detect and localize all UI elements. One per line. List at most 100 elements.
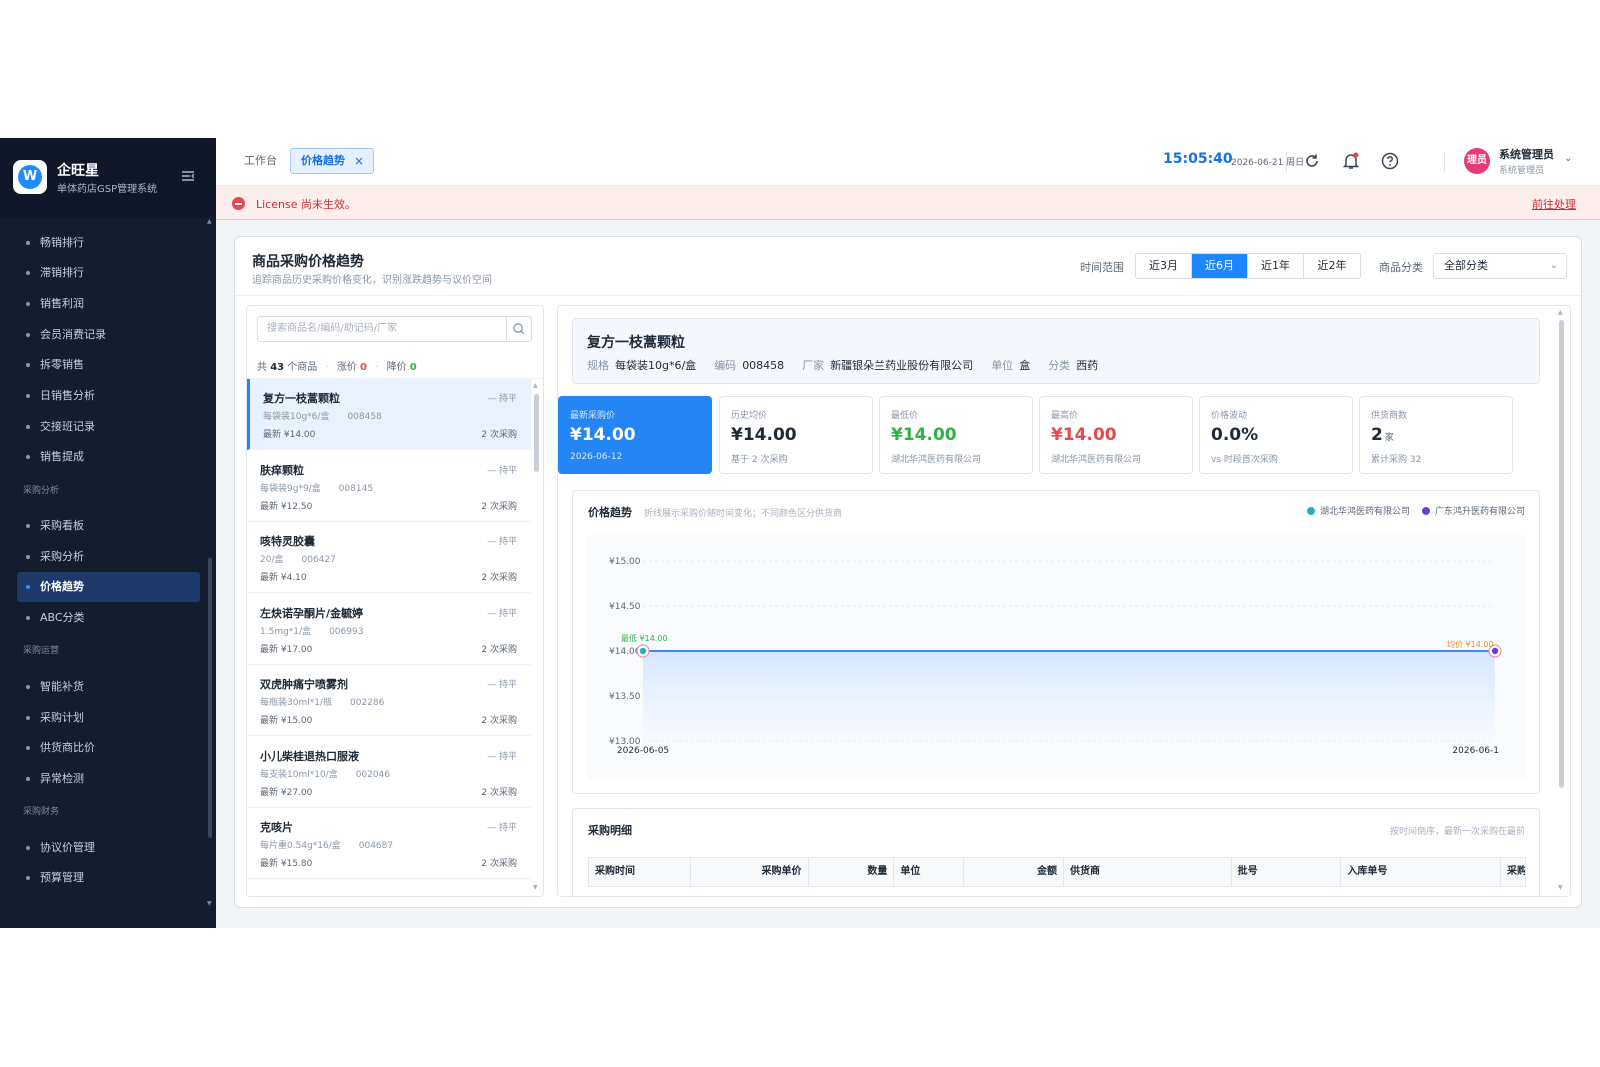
list-scroll-down-icon[interactable]: ▼ bbox=[533, 884, 538, 891]
time-range-option[interactable]: 近2年 bbox=[1304, 254, 1360, 278]
bell-icon[interactable] bbox=[1341, 151, 1361, 171]
sidebar-item[interactable]: 采购计划 bbox=[17, 703, 200, 733]
detail-scrollbar[interactable] bbox=[1559, 320, 1564, 788]
sidebar-item-label: 日销售分析 bbox=[40, 389, 95, 402]
time-range-option[interactable]: 近1年 bbox=[1248, 254, 1304, 278]
help-icon[interactable] bbox=[1380, 151, 1400, 171]
sidebar-item[interactable]: 采购看板 bbox=[17, 511, 200, 541]
product-list-item[interactable]: 左炔诺孕酮片/金毓婷 — 持平 1.5mg*1/盒 006993 最新 ¥17.00 2 … bbox=[247, 594, 531, 665]
search-icon[interactable] bbox=[506, 316, 532, 342]
refresh-icon[interactable] bbox=[1302, 151, 1322, 171]
chart-title: 价格趋势 bbox=[588, 506, 632, 519]
time-range-option[interactable]: 近6月 bbox=[1192, 254, 1248, 278]
sidebar-group-label: 采购分析 bbox=[23, 486, 60, 496]
sidebar-item[interactable]: 交接班记录 bbox=[17, 412, 200, 442]
tab-price-trend[interactable]: 价格趋势 × bbox=[290, 148, 374, 174]
product-item-spec: 每支装10ml*10/盒 bbox=[260, 769, 338, 780]
close-icon[interactable]: × bbox=[354, 149, 364, 173]
detail-scroll-up-icon[interactable]: ▲ bbox=[1558, 309, 1563, 316]
stat-value-row: 2家 bbox=[1371, 425, 1394, 445]
product-list-item[interactable]: 克咳片 — 持平 每片重0.54g*16/盒 004687 最新 ¥15.80 2 次采购 bbox=[247, 808, 531, 879]
stat-card-highest-price: 最高价 ¥14.00 湖北华鸿医药有限公司 bbox=[1039, 396, 1193, 474]
table-column-header[interactable]: 采购单价 bbox=[691, 858, 809, 886]
product-count: 43 bbox=[270, 362, 285, 373]
list-scroll-up-icon[interactable]: ▲ bbox=[533, 382, 538, 389]
product-meta-key: 规格 bbox=[587, 359, 609, 372]
product-list-item[interactable]: 小儿柴桂退热口服液 — 持平 每支装10ml*10/盒 002046 最新 ¥27.00… bbox=[247, 737, 531, 808]
product-meta-key: 分类 bbox=[1048, 359, 1071, 372]
sidebar-item[interactable]: 销售利润 bbox=[17, 289, 200, 319]
sidebar-item[interactable]: 智能补货 bbox=[17, 672, 200, 702]
product-list-item[interactable]: 肤痒颗粒 — 持平 每袋装9g*9/盒 008145 最新 ¥12.50 2 次采购 bbox=[247, 451, 531, 522]
list-scrollbar[interactable] bbox=[534, 394, 539, 472]
sidebar-item[interactable]: 销售提成 bbox=[17, 442, 200, 472]
sidebar: W 企旺星 单体药店GSP管理系统 ▲ 畅销排行 滞销排行 销售利润会员消费记录 拆零… bbox=[0, 138, 216, 928]
legend-item[interactable]: 湖北华鸿医药有限公司 bbox=[1306, 504, 1410, 517]
chevron-down-icon[interactable]: ⌄ bbox=[1564, 153, 1572, 164]
header-divider bbox=[1286, 152, 1287, 172]
table-column-header[interactable]: 采购时间 bbox=[589, 858, 691, 886]
sidebar-item-label: 异常检测 bbox=[40, 772, 84, 785]
product-meta-value: 西药 bbox=[1076, 359, 1099, 372]
stat-value-row: ¥14.00 bbox=[1051, 425, 1117, 445]
user-name[interactable]: 系统管理员 bbox=[1499, 146, 1554, 162]
brand: W 企旺星 单体药店GSP管理系统 bbox=[0, 138, 216, 218]
product-list-item[interactable]: 复方一枝蒿颗粒 — 持平 每袋装10g*6/盒 008458 最新 ¥14.00 2 次采… bbox=[247, 379, 531, 450]
sidebar-item[interactable]: 价格趋势 bbox=[17, 572, 200, 602]
stat-label: 价格波动 bbox=[1211, 411, 1248, 421]
sidebar-item[interactable]: 供货商比价 bbox=[17, 733, 200, 763]
legend-swatch bbox=[1306, 506, 1315, 515]
x-tick-label: 2026-06-05 bbox=[617, 746, 669, 756]
sidebar-scroll-up-icon[interactable]: ▲ bbox=[207, 218, 212, 225]
sidebar-item[interactable]: 滞销排行 bbox=[17, 258, 200, 288]
sidebar-item[interactable]: 日销售分析 bbox=[17, 381, 200, 411]
product-item-code: 006427 bbox=[301, 555, 336, 565]
category-select[interactable]: 全部分类 ⌄ bbox=[1433, 253, 1567, 279]
product-item-purchase-count: 2 次采购 bbox=[481, 501, 517, 512]
sidebar-item[interactable]: 采购分析 bbox=[17, 542, 200, 572]
legend-item[interactable]: 广东鸿升医药有限公司 bbox=[1421, 504, 1525, 517]
stat-value-row: ¥14.00 bbox=[731, 425, 797, 445]
tab-workbench[interactable]: 工作台 bbox=[244, 152, 277, 168]
time-range-option[interactable]: 近3月 bbox=[1136, 254, 1192, 278]
table-column-header[interactable]: 批号 bbox=[1232, 858, 1342, 886]
product-list-item[interactable]: 咳特灵胶囊 — 持平 20/盒 006427 最新 ¥4.10 2 次采购 bbox=[247, 522, 531, 593]
table-column-header[interactable]: 入库单号 bbox=[1341, 858, 1502, 886]
sidebar-scroll-down-icon[interactable]: ▼ bbox=[207, 900, 212, 907]
bullet-icon bbox=[26, 524, 30, 528]
product-item-spec-row: 每袋装10g*6/盒 008458 bbox=[263, 409, 382, 422]
table-column-header[interactable]: 单位 bbox=[894, 858, 965, 886]
avatar[interactable]: 理员 bbox=[1464, 148, 1490, 174]
sidebar-group-label: 采购财务 bbox=[23, 807, 60, 817]
sidebar-item[interactable]: ABC分类 bbox=[17, 603, 200, 633]
sidebar-item-label: 智能补货 bbox=[40, 680, 84, 693]
menu-collapse-icon[interactable] bbox=[180, 168, 196, 184]
sidebar-item[interactable]: 会员消费记录 bbox=[17, 320, 200, 350]
stat-note: 湖北华鸿医药有限公司 bbox=[891, 455, 982, 465]
price-up-label: 涨价 bbox=[336, 362, 357, 373]
table-column-header[interactable]: 供货商 bbox=[1064, 858, 1232, 886]
sidebar-item[interactable]: 预算管理 bbox=[17, 863, 200, 893]
sidebar-item-label: 拆零销售 bbox=[40, 358, 84, 371]
sidebar-item[interactable]: 拆零销售 bbox=[17, 350, 200, 380]
license-action-link[interactable]: 前往处理 bbox=[1532, 196, 1576, 212]
sidebar-item[interactable]: 畅销排行 bbox=[17, 228, 200, 258]
table-column-header[interactable]: 金额 bbox=[964, 858, 1064, 886]
product-item-code: 008145 bbox=[338, 483, 374, 494]
product-meta-value: 每袋装10g*6/盒 bbox=[615, 359, 697, 372]
detail-scroll-down-icon[interactable]: ▼ bbox=[1558, 884, 1563, 891]
sidebar-scrollbar[interactable] bbox=[208, 558, 212, 838]
product-list-item[interactable]: 双虎肿痛宁喷雾剂 — 持平 每瓶装30ml*1/瓶 002286 最新 ¥15.00 2 … bbox=[247, 665, 531, 736]
product-search-input[interactable]: 搜索商品名/编码/助记码/厂家 bbox=[257, 316, 507, 342]
stat-note: 湖北华鸿医药有限公司 bbox=[1051, 455, 1142, 465]
stat-value-row: 0.0% bbox=[1211, 425, 1258, 445]
data-point[interactable] bbox=[639, 647, 647, 655]
sidebar-item-label: 供货商比价 bbox=[40, 741, 95, 754]
sidebar-item[interactable]: 协议价管理 bbox=[17, 833, 200, 863]
table-column-header[interactable]: 采购 bbox=[1501, 858, 1525, 886]
sidebar-item[interactable]: 异常检测 bbox=[17, 764, 200, 794]
table-column-header[interactable]: 数量 bbox=[809, 858, 895, 886]
product-meta-value: 新疆银朵兰药业股份有限公司 bbox=[830, 359, 974, 372]
sidebar-item-label: 会员消费记录 bbox=[40, 328, 106, 341]
stat-value: 0.0% bbox=[1211, 425, 1259, 445]
